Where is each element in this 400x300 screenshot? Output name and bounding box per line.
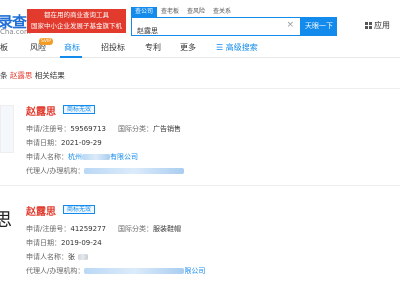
result-summary: 条 赵露思 相关结果 [0,70,65,81]
applicant-link[interactable]: 杭州 有限公司 [68,153,138,161]
apps-label: 应用 [374,21,390,30]
date-value: 2019-09-24 [61,239,102,247]
trademark-thumbnail[interactable]: 思 [0,206,12,232]
search-tab-risk[interactable]: 查风险 [183,7,209,17]
nav-item-patent[interactable]: 专利 [145,42,161,53]
trademark-name[interactable]: 赵露思 [26,103,56,118]
divider [0,88,400,89]
nav-item-bidding[interactable]: 招投标 [101,42,125,53]
class-label: 国际分类： [118,125,153,133]
agent-suffix[interactable]: 限公司 [184,267,205,275]
date-label: 申请日期： [26,139,61,147]
apps-menu[interactable]: 应用 [365,20,390,31]
result-prefix: 条 [0,71,8,80]
agent-row: 代理人/办理机构： [26,166,185,176]
grid-icon [365,22,372,29]
redacted-mark [82,154,110,160]
agent-label: 代理人/办理机构： [26,267,85,275]
search-tab-boss[interactable]: 查老板 [157,7,183,17]
trademark-name[interactable]: 赵露思 [26,203,56,218]
search-tab-company[interactable]: 查公司 [131,7,158,17]
applicant-row: 申请人名称：杭州 有限公司 [26,152,138,162]
class-value: 广告销售 [153,125,181,133]
category-nav: 板 风险 SVIP 商标 招投标 专利 更多 ☰ 高级搜索 [0,38,400,58]
date-value: 2021-09-29 [61,139,102,147]
redacted-mark [78,254,88,260]
reg-no-label: 申请/注册号： [26,125,71,133]
search-box: × [131,17,301,40]
redacted-mark [84,168,185,174]
clear-icon[interactable]: × [286,20,294,30]
agent-row: 代理人/办理机构： 限公司 [26,266,205,276]
date-label: 申请日期： [26,239,61,247]
status-badge: 商标无效 [63,105,96,114]
class-field: 国际分类：服装鞋帽 [118,224,181,234]
reg-no-row: 申请/注册号：59569713 国际分类：广告销售 [26,124,181,134]
trademark-thumbnail[interactable] [0,105,14,153]
search-type-tabs: 查公司 查老板 查风险 查关系 [131,7,235,17]
advanced-search-label: 高级搜索 [225,43,258,52]
reg-no-value: 59569713 [70,125,106,133]
search-input[interactable] [132,22,282,40]
applicant-suffix: 有限公司 [110,153,138,161]
applicant-label: 申请人名称： [26,253,68,261]
class-value: 服装鞋帽 [153,225,181,233]
redacted-mark [84,268,185,274]
site-logo[interactable]: 录查 Cha.com [0,11,31,36]
slogan-banner: 都在用的商业查询工具 国家中小企业发展子基金旗下机构 [27,9,126,41]
nav-item-trademark[interactable]: 商标 [64,42,80,53]
reg-no-label: 申请/注册号： [26,225,71,233]
nav-item-more[interactable]: 更多 [180,42,196,53]
slogan-line-1: 都在用的商业查询工具 [44,11,109,19]
agent-label: 代理人/办理机构： [26,167,85,175]
active-tab-underline [60,56,82,58]
top-header: 录查 Cha.com 都在用的商业查询工具 国家中小企业发展子基金旗下机构 查公… [0,0,400,41]
filter-icon: ☰ [216,43,226,52]
applicant-prefix: 杭州 [68,153,82,161]
result-keyword: 赵露思 [9,71,33,80]
date-row: 申请日期：2019-09-24 [26,238,102,248]
applicant-value: 张 [68,253,75,261]
applicant-row: 申请人名称：张 [26,252,88,262]
search-button[interactable]: 天眼一下 [301,17,337,36]
class-field: 国际分类：广告销售 [118,124,181,134]
svip-badge: SVIP [39,38,53,45]
reg-no-row: 申请/注册号：41259277 国际分类：服装鞋帽 [26,224,181,234]
card-separator [0,185,400,186]
reg-no-value: 41259277 [70,225,106,233]
date-row: 申请日期：2021-09-29 [26,138,102,148]
status-badge: 商标无效 [63,205,96,214]
result-suffix: 相关结果 [34,71,65,80]
class-label: 国际分类： [118,225,153,233]
advanced-search-link[interactable]: ☰ 高级搜索 [216,42,258,53]
search-tab-relation[interactable]: 查关系 [209,7,235,17]
applicant-label: 申请人名称： [26,153,68,161]
nav-item-board[interactable]: 板 [0,42,8,53]
